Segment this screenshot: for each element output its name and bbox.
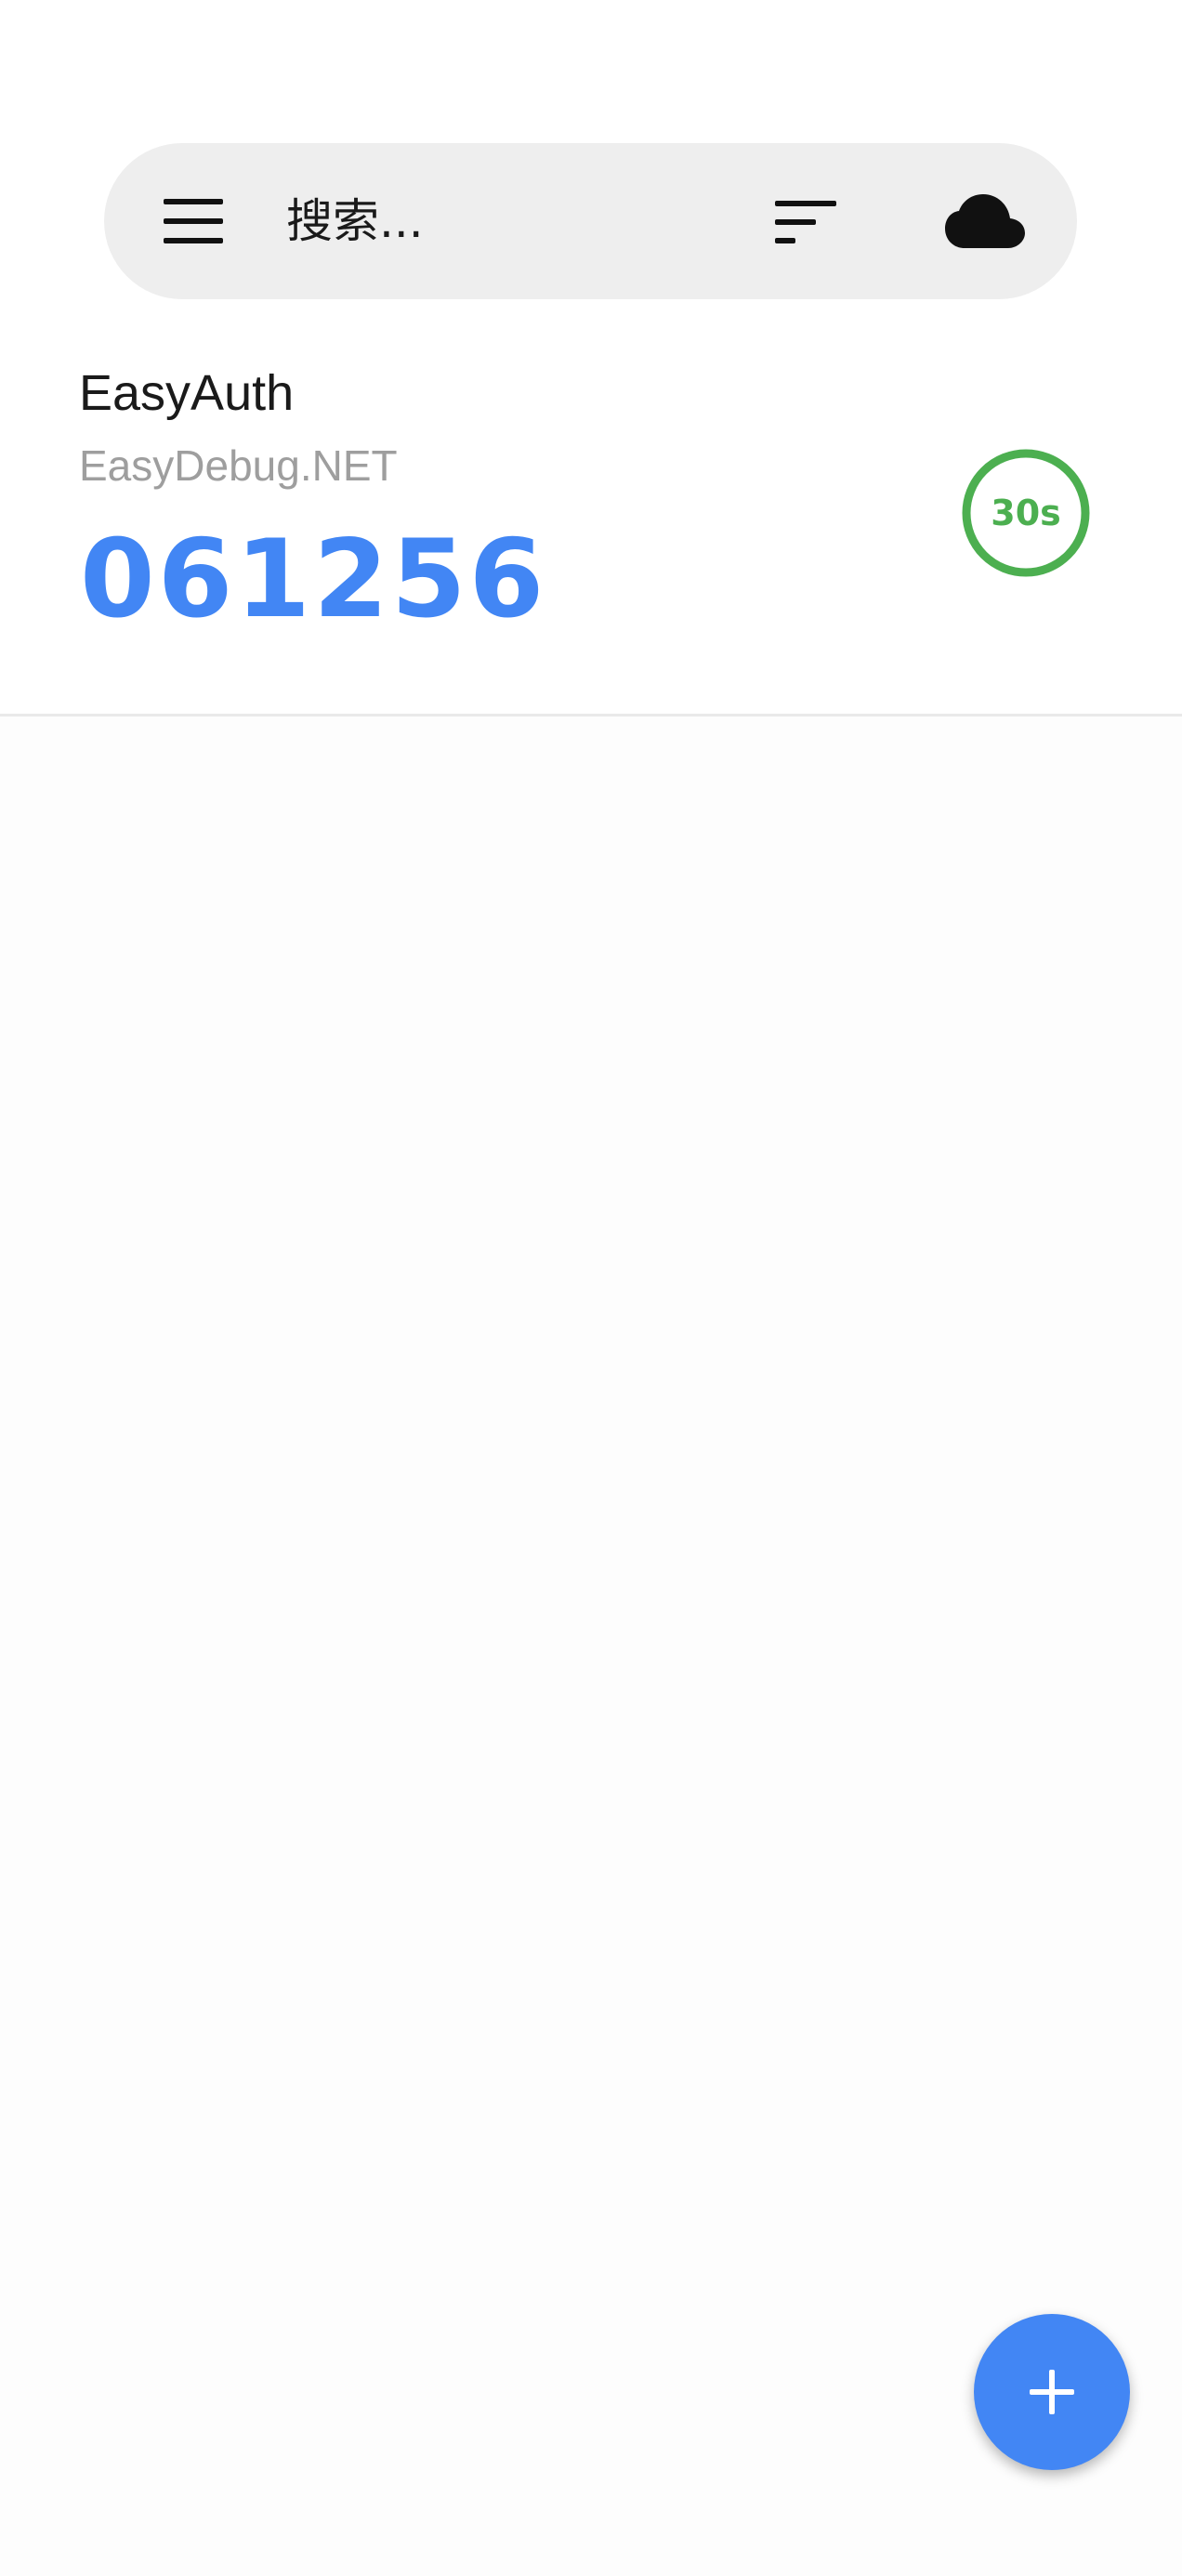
menu-icon[interactable] [164, 199, 223, 243]
plus-icon [1030, 2370, 1074, 2414]
account-list-item[interactable]: EasyAuth EasyDebug.NET 061256 30s [0, 344, 1182, 714]
account-issuer: EasyDebug.NET [79, 441, 398, 490]
sort-icon[interactable] [775, 201, 836, 243]
countdown-timer: 30s [961, 448, 1091, 578]
search-input[interactable] [286, 184, 769, 258]
cloud-icon[interactable] [945, 194, 1025, 250]
app-screen: EasyAuth EasyDebug.NET 061256 30s [0, 0, 1182, 2576]
search-bar[interactable] [104, 143, 1077, 299]
otp-code[interactable]: 061256 [80, 526, 546, 634]
countdown-label: 30s [991, 493, 1061, 533]
list-divider [0, 714, 1182, 716]
add-account-button[interactable] [974, 2314, 1130, 2470]
account-name: EasyAuth [79, 365, 295, 421]
